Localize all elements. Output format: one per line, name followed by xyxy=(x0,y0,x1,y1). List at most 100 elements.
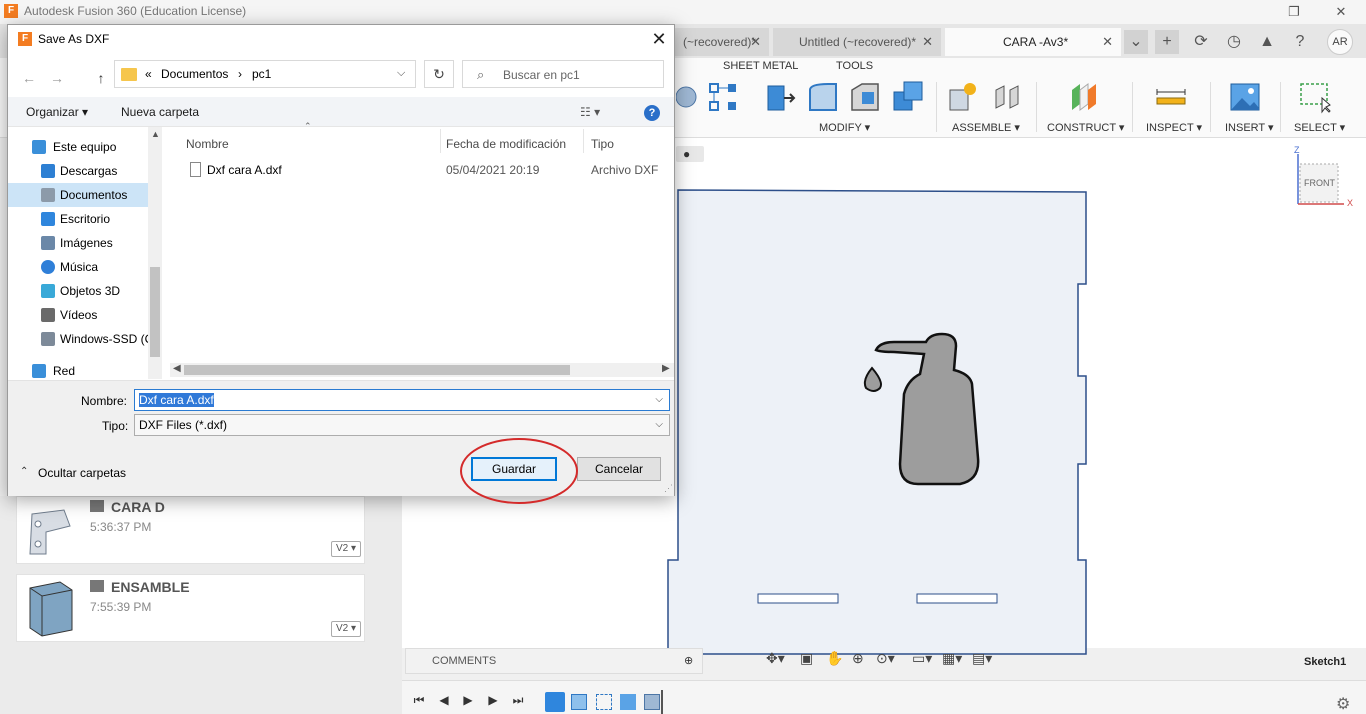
timeline-prev-icon[interactable]: ◀ xyxy=(436,692,452,708)
tab-close-icon[interactable]: ✕ xyxy=(1102,28,1113,56)
forward-arrow-icon[interactable]: → xyxy=(46,67,68,89)
timeline-sketch-icon[interactable] xyxy=(545,692,565,712)
combine-icon[interactable] xyxy=(892,80,926,114)
fit-icon[interactable]: ⊙▾ xyxy=(876,650,895,674)
timeline-end-icon[interactable]: ⏭ xyxy=(510,692,526,708)
assemble-menu[interactable]: ASSEMBLE ▾ xyxy=(952,121,1020,134)
back-arrow-icon[interactable]: ← xyxy=(18,67,40,89)
tab-close-icon[interactable]: ✕ xyxy=(922,28,933,56)
tree-item-objetos-3d[interactable]: Objetos 3D xyxy=(8,279,148,303)
version-badge[interactable]: V2 ▾ xyxy=(331,621,361,637)
avatar[interactable]: AR xyxy=(1327,29,1353,55)
scroll-left-icon[interactable]: ◀ xyxy=(173,363,181,374)
new-component-icon[interactable] xyxy=(946,80,980,114)
soap-dispenser-profile[interactable] xyxy=(860,330,984,490)
orbit-icon[interactable]: ✥▾ xyxy=(766,650,785,674)
window-select-icon[interactable] xyxy=(1298,80,1332,114)
notification-bell-icon[interactable]: ▲ xyxy=(1255,30,1279,54)
construct-menu[interactable]: CONSTRUCT ▾ xyxy=(1047,121,1124,134)
column-header-type[interactable]: Tipo xyxy=(591,137,614,151)
cancel-button[interactable]: Cancelar xyxy=(577,457,661,481)
tab-cara-a[interactable]: CARA -Av3* ✕ xyxy=(945,28,1121,56)
restore-icon[interactable]: ❐ xyxy=(1284,2,1304,22)
tree-item-descargas[interactable]: Descargas xyxy=(8,159,148,183)
timeline-play-icon[interactable]: ▶ xyxy=(460,692,476,708)
joint-icon[interactable] xyxy=(990,80,1024,114)
tab-untitled[interactable]: Untitled (~recovered)* ✕ xyxy=(773,28,941,56)
comments-bar[interactable]: COMMENTS xyxy=(405,648,703,674)
chevron-down-icon[interactable]: ⌵ xyxy=(655,390,663,410)
tree-scrollbar-thumb[interactable] xyxy=(150,267,160,357)
new-folder-button[interactable]: Nueva carpeta xyxy=(121,105,199,119)
up-arrow-icon[interactable]: ↑ xyxy=(90,67,112,89)
tree-item-musica[interactable]: Música xyxy=(8,255,148,279)
display-settings-icon[interactable]: ▭▾ xyxy=(912,650,932,674)
press-pull-icon[interactable] xyxy=(764,80,798,114)
insert-menu[interactable]: INSERT ▾ xyxy=(1225,121,1274,134)
dialog-close-icon[interactable]: ✕ xyxy=(646,27,672,51)
zoom-icon[interactable]: ⊕ xyxy=(852,650,864,674)
filename-input[interactable]: Dxf cara A.dxf ⌵ xyxy=(134,389,670,411)
add-comment-icon[interactable]: ⊕ xyxy=(684,654,693,667)
insert-image-icon[interactable] xyxy=(1228,80,1262,114)
column-header-modified[interactable]: Fecha de modificación xyxy=(446,137,566,151)
tab-overflow-icon[interactable]: ⌄ xyxy=(1124,30,1148,54)
timeline-feature-icon[interactable] xyxy=(596,694,612,710)
tree-item-escritorio[interactable]: Escritorio xyxy=(8,207,148,231)
tree-item-videos[interactable]: Vídeos xyxy=(8,303,148,327)
help-icon[interactable]: ? xyxy=(1288,30,1312,54)
grid-icon[interactable]: ▦▾ xyxy=(942,650,962,674)
scroll-up-icon[interactable]: ▲ xyxy=(151,129,160,139)
file-list-scrollbar-thumb[interactable] xyxy=(184,365,570,375)
address-bar[interactable]: « Documentos › pc1 ⌵ xyxy=(114,60,416,88)
tab-sheet-metal[interactable]: SHEET METAL xyxy=(723,60,798,72)
shell-icon[interactable] xyxy=(676,80,710,114)
tree-item-windows-ssd[interactable]: Windows-SSD (C xyxy=(8,327,148,351)
timeline-feature-icon[interactable] xyxy=(644,694,660,710)
pan-icon[interactable]: ✋ xyxy=(826,650,843,674)
refresh-icon[interactable]: ↻ xyxy=(424,60,454,88)
timeline-feature-icon[interactable] xyxy=(620,694,636,710)
chevron-up-icon[interactable]: ⌃ xyxy=(20,466,28,477)
modify-menu[interactable]: MODIFY ▾ xyxy=(819,121,870,134)
filetype-select[interactable]: DXF Files (*.dxf) ⌵ xyxy=(134,414,670,436)
tree-item-este-equipo[interactable]: Este equipo xyxy=(8,135,148,159)
offset-plane-icon[interactable] xyxy=(1066,80,1100,114)
settings-gear-icon[interactable]: ⚙ xyxy=(1336,694,1350,714)
resize-grip-icon[interactable]: ⋰ xyxy=(664,483,673,494)
hide-folders-toggle[interactable]: Ocultar carpetas xyxy=(38,466,126,480)
tab-recovered[interactable]: (~recovered)* ✕ xyxy=(675,28,769,56)
search-input[interactable]: ⌕ Buscar en pc1 xyxy=(462,60,664,88)
viewports-icon[interactable]: ▤▾ xyxy=(972,650,992,674)
timeline-start-icon[interactable]: ⏮ xyxy=(411,692,427,708)
timeline-marker[interactable] xyxy=(661,690,663,714)
sketch-dimension-icon[interactable] xyxy=(706,80,740,114)
sync-icon[interactable]: ⟳ xyxy=(1189,30,1213,54)
tab-tools[interactable]: TOOLS xyxy=(836,60,873,72)
viewcube-front-face[interactable]: FRONT xyxy=(1304,178,1335,188)
close-window-icon[interactable]: ✕ xyxy=(1331,2,1351,22)
measure-icon[interactable] xyxy=(1154,80,1188,114)
timeline-feature-icon[interactable] xyxy=(571,694,587,710)
version-badge[interactable]: V2 ▾ xyxy=(331,541,361,557)
inspect-menu[interactable]: INSPECT ▾ xyxy=(1146,121,1202,134)
fillet-icon[interactable] xyxy=(806,80,840,114)
clock-icon[interactable]: ◷ xyxy=(1222,30,1246,54)
column-separator[interactable] xyxy=(583,129,584,153)
help-icon[interactable]: ? xyxy=(644,105,660,121)
chevron-down-icon[interactable]: ⌵ xyxy=(655,415,663,435)
timeline-next-icon[interactable]: ▶ xyxy=(485,692,501,708)
view-options-icon[interactable]: ☷ ▾ xyxy=(580,105,600,119)
column-separator[interactable] xyxy=(440,129,441,153)
breadcrumb-pc1[interactable]: pc1 xyxy=(252,67,271,81)
scroll-right-icon[interactable]: ▶ xyxy=(662,363,670,374)
chevron-down-icon[interactable]: ⌵ xyxy=(397,67,405,80)
look-at-icon[interactable]: ▣ xyxy=(800,650,813,674)
tab-close-icon[interactable]: ✕ xyxy=(750,28,761,56)
new-tab-icon[interactable]: + xyxy=(1155,30,1179,54)
chamfer-icon[interactable] xyxy=(848,80,882,114)
column-header-name[interactable]: Nombre xyxy=(186,137,229,151)
browser-collapse-icon[interactable]: ● xyxy=(676,146,704,162)
organize-menu[interactable]: Organizar ▾ xyxy=(26,105,88,119)
select-menu[interactable]: SELECT ▾ xyxy=(1294,121,1345,134)
